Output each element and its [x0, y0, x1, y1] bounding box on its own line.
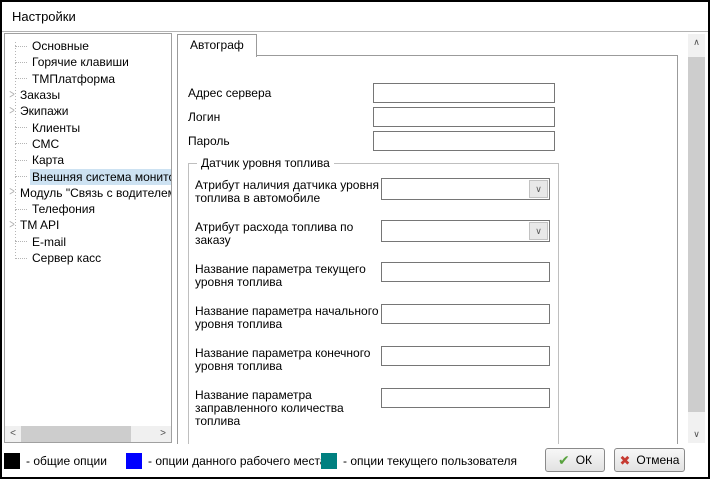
scroll-right-icon[interactable]: >: [155, 426, 171, 442]
tree-horizontal-scrollbar[interactable]: < >: [5, 426, 171, 442]
combo-dropdown-icon[interactable]: ∨: [529, 180, 548, 198]
legend-label: - общие опции: [26, 454, 107, 468]
legend-current-user-options: - опции текущего пользователя: [321, 444, 517, 477]
ok-button[interactable]: ✔ ОК: [545, 448, 605, 472]
tree-connector: [15, 62, 27, 63]
avtograf-tab-pane: Адрес сервера Логин Пароль Датчик уровня…: [177, 55, 678, 445]
cancel-button[interactable]: ✖ Отмена: [614, 448, 685, 472]
form-row: Название параметра начального уровня топ…: [195, 304, 558, 331]
window-title: Настройки: [12, 9, 76, 24]
ok-button-label: ОК: [576, 453, 592, 467]
tree-item-telefoniya[interactable]: Телефония: [5, 201, 171, 217]
refueled-amount-param-input[interactable]: [381, 388, 550, 408]
x-icon: ✖: [620, 454, 631, 467]
settings-window: Настройки Основные Горячие клавиши ТМПла…: [0, 0, 710, 479]
scroll-down-icon[interactable]: ∨: [688, 426, 705, 443]
black-swatch-icon: [4, 453, 20, 469]
tree-item-zakazy[interactable]: >Заказы: [5, 87, 171, 103]
final-fuel-param-input[interactable]: [381, 346, 550, 366]
server-address-label: Адрес сервера: [188, 83, 373, 103]
check-icon: ✔: [558, 453, 570, 467]
tree-connector: [15, 78, 27, 79]
initial-fuel-param-label: Название параметра начального уровня топ…: [195, 304, 381, 331]
tree-connector: [15, 209, 27, 210]
selected-tree-item-label: Внешняя система мониторинга: [30, 169, 172, 185]
tree-connector: [15, 176, 27, 177]
fuel-level-sensor-group: Датчик уровня топлива Атрибут наличия да…: [188, 163, 559, 445]
tree-connector: [15, 127, 27, 128]
expand-chevron-icon[interactable]: >: [7, 219, 17, 232]
form-row: Название параметра конечного уровня топл…: [195, 346, 558, 373]
bottom-bar: - общие опции - опции данного рабочего м…: [2, 444, 708, 477]
tree-item-server-kass[interactable]: Сервер касс: [5, 250, 171, 266]
tree-item-karta[interactable]: Карта: [5, 152, 171, 168]
legend-label: - опции данного рабочего места: [148, 454, 326, 468]
horizontal-scrollbar-thumb[interactable]: [21, 426, 131, 442]
group-title: Датчик уровня топлива: [197, 156, 334, 170]
password-input[interactable]: [373, 131, 555, 151]
expand-chevron-icon[interactable]: >: [7, 89, 17, 102]
current-fuel-param-label: Название параметра текущего уровня топли…: [195, 262, 381, 289]
settings-tree-panel: Основные Горячие клавиши ТМПлатформа >За…: [4, 33, 172, 443]
tree-connector: [15, 241, 27, 242]
scroll-left-icon[interactable]: <: [5, 426, 21, 442]
tree-item-modul-svyaz-s-voditelem[interactable]: >Модуль "Связь с водителем": [5, 185, 171, 201]
legend-common-options: - общие опции: [4, 444, 107, 477]
form-row: Атрибут расхода топлива по заказу ∨: [195, 220, 558, 247]
fuel-sensor-presence-combo[interactable]: ∨: [381, 178, 550, 200]
form-row: Логин: [188, 107, 677, 127]
settings-tree: Основные Горячие клавиши ТМПлатформа >За…: [5, 34, 171, 266]
initial-fuel-param-input[interactable]: [381, 304, 550, 324]
tree-connector: [15, 160, 27, 161]
tree-item-osnovnye[interactable]: Основные: [5, 38, 171, 54]
expand-chevron-icon[interactable]: >: [7, 105, 17, 118]
password-label: Пароль: [188, 131, 373, 151]
tree-item-ekipazhi[interactable]: >Экипажи: [5, 103, 171, 119]
combo-dropdown-icon[interactable]: ∨: [529, 222, 548, 240]
tab-avtograf[interactable]: Автограф: [177, 34, 257, 57]
login-input[interactable]: [373, 107, 555, 127]
legend-workstation-options: - опции данного рабочего места: [126, 444, 326, 477]
tree-connector: [15, 46, 27, 47]
cancel-button-label: Отмена: [636, 453, 679, 467]
server-address-input[interactable]: [373, 83, 555, 103]
vertical-scrollbar-thumb[interactable]: [688, 57, 705, 412]
tree-connector: [15, 143, 27, 144]
tree-item-email[interactable]: E-mail: [5, 234, 171, 250]
tree-connector: [15, 258, 27, 259]
fuel-consumption-attr-label: Атрибут расхода топлива по заказу: [195, 220, 381, 247]
form-row: Атрибут наличия датчика уровня топлива в…: [195, 178, 558, 205]
legend-label: - опции текущего пользователя: [343, 454, 517, 468]
form-row: Адрес сервера: [188, 83, 677, 103]
final-fuel-param-label: Название параметра конечного уровня топл…: [195, 346, 381, 373]
login-label: Логин: [188, 107, 373, 127]
scroll-up-icon[interactable]: ∧: [688, 34, 705, 51]
teal-swatch-icon: [321, 453, 337, 469]
fuel-consumption-attr-combo[interactable]: ∨: [381, 220, 550, 242]
refueled-amount-param-label: Название параметра заправленного количес…: [195, 388, 381, 428]
form-row: Название параметра заправленного количес…: [195, 388, 558, 428]
title-separator: [2, 31, 708, 32]
tree-item-tmplatforma[interactable]: ТМПлатформа: [5, 71, 171, 87]
tree-item-vneshnyaya-sistema-monitoringa[interactable]: Внешняя система мониторинга: [5, 168, 171, 184]
tree-item-tm-api[interactable]: >TM API: [5, 217, 171, 233]
tree-item-klienty[interactable]: Клиенты: [5, 119, 171, 135]
form-row: Пароль: [188, 131, 677, 151]
tree-item-goryachie-klavishi[interactable]: Горячие клавиши: [5, 54, 171, 70]
vertical-scrollbar[interactable]: ∧ ∨: [688, 34, 705, 443]
expand-chevron-icon[interactable]: >: [7, 186, 17, 199]
blue-swatch-icon: [126, 453, 142, 469]
fuel-sensor-presence-label: Атрибут наличия датчика уровня топлива в…: [195, 178, 381, 205]
tree-item-sms[interactable]: СМС: [5, 136, 171, 152]
current-fuel-param-input[interactable]: [381, 262, 550, 282]
form-row: Название параметра текущего уровня топли…: [195, 262, 558, 289]
